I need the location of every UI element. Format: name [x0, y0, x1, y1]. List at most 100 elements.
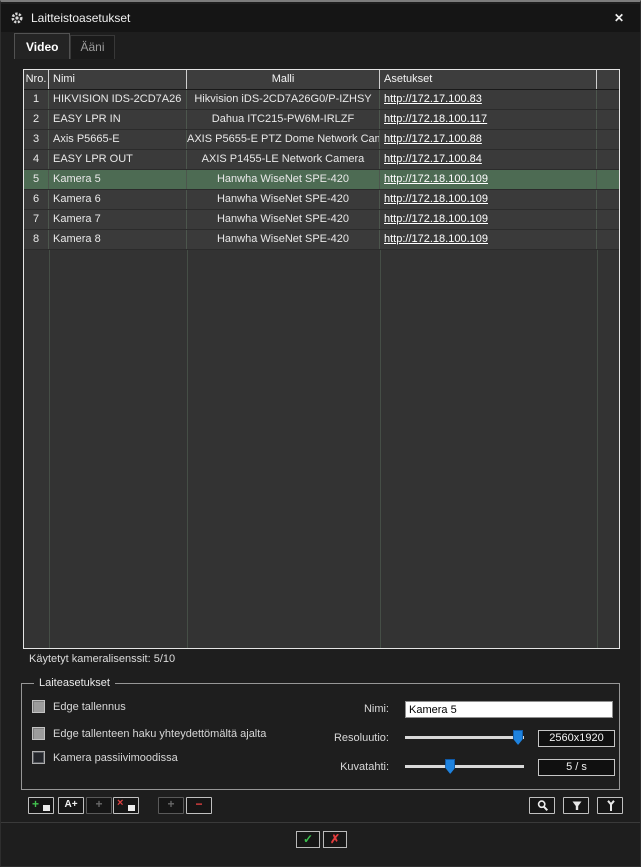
- filter-icon: [570, 799, 584, 813]
- row-number: 1: [24, 90, 49, 109]
- table-header: Nro. Nimi Malli Asetukset: [24, 70, 619, 90]
- passive-mode-row: Kamera passiivimoodissa: [32, 751, 178, 764]
- wrench-icon: [604, 799, 618, 813]
- column-header-asetukset[interactable]: Asetukset: [380, 70, 597, 89]
- window-title: Laitteistoasetukset: [31, 11, 130, 25]
- search-icon: [536, 799, 550, 813]
- camera-settings-link[interactable]: http://172.18.100.109: [384, 213, 488, 225]
- resolution-slider[interactable]: [405, 730, 524, 745]
- device-square-icon: [43, 805, 50, 811]
- camera-settings-link[interactable]: http://172.17.100.83: [384, 93, 482, 105]
- column-header-malli[interactable]: Malli: [187, 70, 380, 89]
- passive-mode-label: Kamera passiivimoodissa: [53, 752, 178, 764]
- column-header-nro[interactable]: Nro.: [24, 70, 49, 89]
- table-row[interactable]: 3 Axis P5665-E AXIS P5655-E PTZ Dome Net…: [24, 130, 619, 150]
- row-extra-cell: [597, 230, 619, 249]
- table-row[interactable]: 4 EASY LPR OUT AXIS P1455-LE Network Cam…: [24, 150, 619, 170]
- row-extra-cell: [597, 210, 619, 229]
- camera-settings-link[interactable]: http://172.18.100.109: [384, 233, 488, 245]
- row-extra-cell: [597, 110, 619, 129]
- table-row[interactable]: 7 Kamera 7 Hanwha WiseNet SPE-420 http:/…: [24, 210, 619, 230]
- add-camera-button[interactable]: +: [28, 797, 54, 814]
- camera-name: Kamera 7: [49, 210, 187, 229]
- camera-settings-link[interactable]: http://172.18.100.109: [384, 193, 488, 205]
- row-number: 3: [24, 130, 49, 149]
- column-divider: [187, 250, 188, 648]
- tab-audio[interactable]: Ääni: [70, 35, 114, 59]
- row-extra-cell: [597, 90, 619, 109]
- auto-add-label: A+: [59, 799, 83, 810]
- camera-settings-cell: http://172.18.100.109: [380, 190, 597, 209]
- resolution-label: Resoluutio:: [252, 732, 389, 744]
- cross-icon: ✗: [330, 832, 340, 846]
- tab-video[interactable]: Video: [14, 33, 70, 59]
- edge-recording-checkbox: [32, 700, 45, 713]
- remove-row-button[interactable]: −: [186, 797, 212, 814]
- close-icon[interactable]: ✕: [611, 10, 627, 26]
- resolution-slider-track[interactable]: [405, 736, 524, 739]
- row-extra-cell: [597, 150, 619, 169]
- table-row[interactable]: 6 Kamera 6 Hanwha WiseNet SPE-420 http:/…: [24, 190, 619, 210]
- edge-retrieval-label: Edge tallenteen haku yhteydettömältä aja…: [53, 728, 266, 740]
- cancel-button[interactable]: ✗: [323, 831, 347, 848]
- row-extra-cell: [597, 190, 619, 209]
- camera-model: Hanwha WiseNet SPE-420: [187, 230, 380, 249]
- table-row[interactable]: 5 Kamera 5 Hanwha WiseNet SPE-420 http:/…: [24, 170, 619, 190]
- camera-settings-cell: http://172.18.100.109: [380, 210, 597, 229]
- camera-model: AXIS P1455-LE Network Camera: [187, 150, 380, 169]
- camera-settings-cell: http://172.17.100.84: [380, 150, 597, 169]
- camera-settings-link[interactable]: http://172.17.100.88: [384, 133, 482, 145]
- plus-icon: +: [32, 797, 39, 811]
- camera-settings-link[interactable]: http://172.18.100.109: [384, 173, 488, 185]
- ok-button[interactable]: ✓: [296, 831, 320, 848]
- edge-recording-row: Edge tallennus: [32, 700, 126, 713]
- device-settings-group: Laiteasetukset Edge tallennus Edge talle…: [21, 683, 620, 790]
- row-number: 7: [24, 210, 49, 229]
- remove-camera-button[interactable]: ×: [113, 797, 139, 814]
- framerate-value: 5 / s: [538, 759, 615, 776]
- camera-model: Hanwha WiseNet SPE-420: [187, 170, 380, 189]
- table-row[interactable]: 2 EASY LPR IN Dahua ITC215-PW6M-IRLZF ht…: [24, 110, 619, 130]
- column-header-nimi[interactable]: Nimi: [49, 70, 187, 89]
- row-number: 2: [24, 110, 49, 129]
- framerate-slider-track[interactable]: [405, 765, 524, 768]
- row-number: 6: [24, 190, 49, 209]
- column-divider: [597, 250, 598, 648]
- camera-model: Hanwha WiseNet SPE-420: [187, 210, 380, 229]
- license-count-text: Käytetyt kameralisenssit: 5/10: [29, 653, 175, 665]
- add-row-button-disabled: +: [158, 797, 184, 814]
- plus-icon: +: [87, 797, 111, 811]
- row-number: 5: [24, 170, 49, 189]
- x-icon: ×: [117, 797, 123, 809]
- camera-model: Dahua ITC215-PW6M-IRLZF: [187, 110, 380, 129]
- plus-icon: +: [159, 797, 183, 811]
- camera-name: Kamera 8: [49, 230, 187, 249]
- hardware-settings-dialog: Laitteistoasetukset ✕ Video Ääni Nro. Ni…: [0, 0, 641, 867]
- camera-name-input[interactable]: [405, 701, 613, 718]
- table-row[interactable]: 8 Kamera 8 Hanwha WiseNet SPE-420 http:/…: [24, 230, 619, 250]
- column-divider: [380, 250, 381, 648]
- check-icon: ✓: [303, 832, 313, 846]
- resolution-value: 2560x1920: [538, 730, 615, 747]
- framerate-slider[interactable]: [405, 759, 524, 774]
- table-row[interactable]: 1 HIKVISION IDS-2CD7A26 Hikvision iDS-2C…: [24, 90, 619, 110]
- row-extra-cell: [597, 170, 619, 189]
- framerate-label: Kuvatahti:: [252, 761, 389, 773]
- resolution-slider-thumb[interactable]: [513, 730, 523, 745]
- minus-icon: −: [187, 797, 211, 811]
- camera-settings-link[interactable]: http://172.17.100.84: [384, 153, 482, 165]
- filter-button[interactable]: [563, 797, 589, 814]
- camera-settings-cell: http://172.18.100.109: [380, 170, 597, 189]
- add-button-disabled: +: [86, 797, 112, 814]
- passive-mode-checkbox[interactable]: [32, 751, 45, 764]
- tools-button[interactable]: [597, 797, 623, 814]
- camera-name: Axis P5665-E: [49, 130, 187, 149]
- camera-settings-link[interactable]: http://172.18.100.117: [384, 113, 487, 125]
- camera-name: Kamera 6: [49, 190, 187, 209]
- auto-add-button[interactable]: A+: [58, 797, 84, 814]
- divider: [1, 822, 640, 823]
- framerate-slider-thumb[interactable]: [445, 759, 455, 774]
- camera-name: EASY LPR OUT: [49, 150, 187, 169]
- search-button[interactable]: [529, 797, 555, 814]
- camera-settings-cell: http://172.17.100.83: [380, 90, 597, 109]
